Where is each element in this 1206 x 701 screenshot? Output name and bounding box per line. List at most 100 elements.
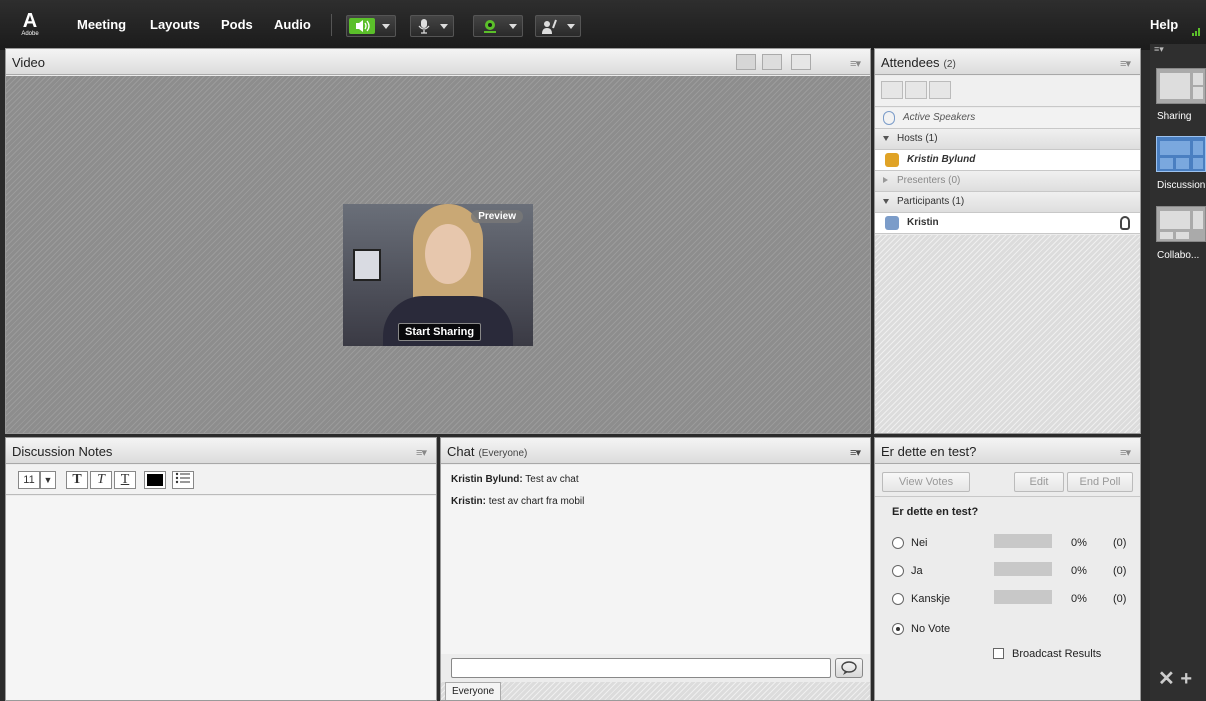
chat-message: Kristin Bylund: Test av chat [451, 474, 579, 485]
layout-thumb-discussion[interactable] [1156, 136, 1206, 172]
webcam-icon [476, 18, 504, 34]
manage-layouts-icon[interactable]: ✕ [1158, 668, 1175, 690]
adobe-logo-icon: A [22, 10, 38, 32]
start-sharing-button[interactable]: Start Sharing [398, 323, 482, 341]
edit-poll-button[interactable]: Edit [1014, 472, 1064, 492]
bullet-list-icon [175, 472, 190, 484]
pod-options-icon[interactable]: ≡▾ [850, 57, 861, 70]
menu-help[interactable]: Help [1150, 17, 1178, 32]
view-votes-button[interactable]: View Votes [882, 472, 970, 492]
filmstrip-view-icon[interactable] [762, 54, 782, 70]
radio-button[interactable] [892, 565, 904, 577]
video-pod-title: Video [12, 55, 46, 70]
active-speakers-row: Active Speakers [875, 108, 1140, 129]
chat-scope: (Everyone) [478, 448, 528, 459]
raise-hand-button[interactable] [535, 15, 581, 37]
menu-pods[interactable]: Pods [221, 17, 253, 32]
poll-option[interactable]: Kanskje 0% (0) [875, 590, 1140, 612]
attendee-group-presenters[interactable]: Presenters (0) [875, 171, 1140, 192]
attendee-name: Kristin Bylund [907, 154, 976, 165]
fullscreen-icon[interactable] [791, 54, 811, 70]
divider [875, 496, 1140, 497]
speaker-button[interactable] [346, 15, 396, 37]
color-swatch-icon [147, 474, 163, 486]
adobe-logo-text: Adobe [21, 31, 39, 37]
menu-audio[interactable]: Audio [274, 17, 311, 32]
option-percent: 0% [1071, 593, 1087, 605]
notes-pod: Discussion Notes ≡▾ 11 ▼ T T T [5, 437, 437, 701]
radio-button-selected[interactable] [892, 623, 904, 635]
poll-option[interactable]: Ja 0% (0) [875, 562, 1140, 584]
option-count: (0) [1113, 593, 1127, 605]
attendees-count: (2) [943, 59, 956, 70]
chevron-down-icon[interactable]: ▼ [40, 471, 56, 489]
chevron-down-icon [382, 24, 390, 29]
menu-meeting[interactable]: Meeting [77, 17, 126, 32]
font-size-select[interactable]: 11 [18, 471, 40, 489]
poll-pod: Er dette en test? ≡▾ View Votes Edit End… [874, 437, 1141, 701]
participant-icon [885, 216, 899, 230]
chat-sender: Kristin: [451, 496, 486, 507]
breakout-icon[interactable] [905, 81, 927, 99]
camera-button[interactable] [473, 15, 523, 37]
option-count: (0) [1113, 565, 1127, 577]
broadcast-results-checkbox[interactable]: Broadcast Results [993, 648, 1101, 660]
person-face [425, 224, 471, 284]
speech-bubble-icon [841, 661, 857, 675]
attendee-group-hosts[interactable]: Hosts (1) [875, 129, 1140, 150]
poll-pod-title: Er dette en test? [881, 444, 977, 459]
pod-options-icon[interactable]: ≡▾ [416, 446, 427, 459]
option-label: Nei [911, 537, 928, 549]
grid-view-icon[interactable] [736, 54, 756, 70]
list-view-icon[interactable] [881, 81, 903, 99]
end-poll-button[interactable]: End Poll [1067, 472, 1133, 492]
group-label: Presenters (0) [897, 175, 961, 186]
bold-button[interactable]: T [66, 471, 88, 489]
radio-button[interactable] [892, 537, 904, 549]
bullet-list-button[interactable] [172, 471, 194, 489]
send-message-button[interactable] [835, 658, 863, 678]
menu-divider [331, 14, 332, 36]
menu-layouts[interactable]: Layouts [150, 17, 200, 32]
microphone-icon [1120, 216, 1130, 230]
poll-option[interactable]: No Vote [875, 620, 1140, 642]
notes-text-area[interactable] [6, 496, 436, 700]
underline-button[interactable]: T [114, 471, 136, 489]
group-label: Hosts (1) [897, 133, 938, 144]
pod-options-icon[interactable]: ≡▾ [850, 446, 861, 459]
video-stage: Preview Start Sharing [6, 76, 870, 433]
layout-thumb-collaboration[interactable] [1156, 206, 1206, 242]
layout-label: Sharing [1157, 111, 1192, 122]
chat-title: Chat [447, 444, 475, 459]
attendee-row[interactable]: Kristin [875, 213, 1140, 234]
layouts-menu-icon[interactable]: ≡▾ [1154, 44, 1164, 55]
pod-options-icon[interactable]: ≡▾ [1120, 446, 1131, 459]
notes-pod-title: Discussion Notes [12, 444, 113, 459]
chat-tab-everyone[interactable]: Everyone [445, 682, 502, 700]
add-layout-icon[interactable]: + [1180, 668, 1192, 690]
option-label: No Vote [911, 623, 951, 635]
attendees-title: Attendees [881, 55, 940, 70]
microphone-button[interactable] [410, 15, 454, 37]
text-color-button[interactable] [144, 471, 166, 489]
notes-pod-header: Discussion Notes ≡▾ [6, 438, 436, 464]
italic-button[interactable]: T [90, 471, 112, 489]
layout-label: Discussion [1157, 180, 1206, 191]
chat-input[interactable] [451, 658, 831, 678]
speaker-icon [349, 18, 375, 34]
host-icon [885, 153, 899, 167]
radio-button[interactable] [892, 593, 904, 605]
poll-option[interactable]: Nei 0% (0) [875, 534, 1140, 556]
attendee-group-participants[interactable]: Participants (1) [875, 192, 1140, 213]
layout-thumb-sharing[interactable] [1156, 68, 1206, 104]
chevron-down-icon [440, 24, 448, 29]
status-view-icon[interactable] [929, 81, 951, 99]
result-bar [994, 562, 1052, 576]
background-window [353, 249, 381, 281]
microphone-icon [413, 18, 435, 34]
checkbox-icon [993, 648, 1004, 659]
pod-options-icon[interactable]: ≡▾ [1120, 57, 1131, 70]
chat-pod: Chat (Everyone) ≡▾ Kristin Bylund: Test a… [440, 437, 871, 701]
attendee-row[interactable]: Kristin Bylund [875, 150, 1140, 171]
connection-strength-icon [1192, 28, 1202, 36]
